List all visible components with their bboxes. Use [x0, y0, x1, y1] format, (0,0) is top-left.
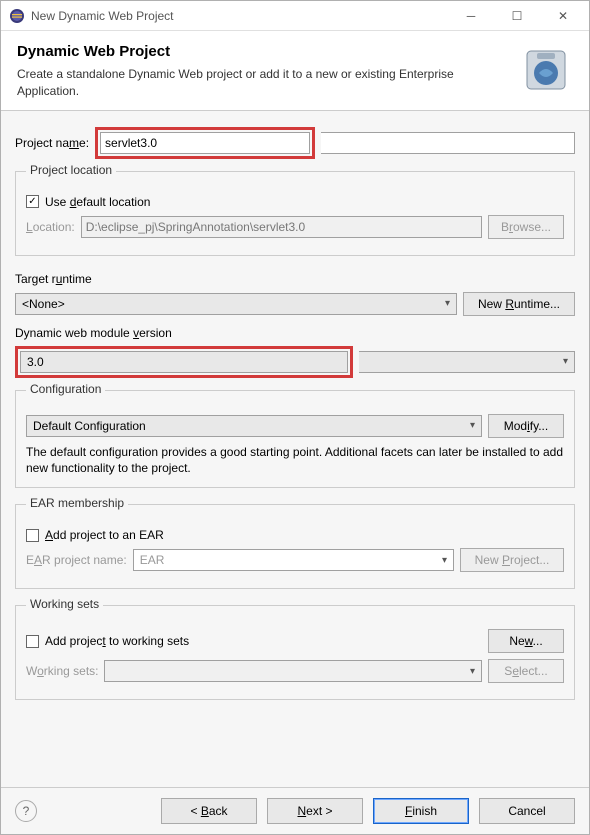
chevron-down-icon: ▾: [445, 298, 450, 309]
module-version-combo-part[interactable]: 3.0: [20, 351, 348, 373]
add-working-set-label: Add project to working sets: [45, 634, 189, 648]
working-sets-group: Working sets Add project to working sets…: [15, 605, 575, 700]
next-button[interactable]: Next >: [267, 798, 363, 824]
ear-project-combo: EAR ▾: [133, 549, 454, 571]
module-version-label: Dynamic web module version: [15, 326, 575, 340]
module-version-value: 3.0: [27, 355, 44, 369]
banner-title: Dynamic Web Project: [17, 43, 509, 60]
use-default-location-label: Use default location: [45, 195, 150, 209]
back-button[interactable]: < Back: [161, 798, 257, 824]
use-default-location-checkbox[interactable]: ✓: [26, 195, 39, 208]
chevron-down-icon: ▾: [470, 420, 475, 431]
configuration-description: The default configuration provides a goo…: [26, 444, 564, 478]
configuration-value: Default Configuration: [33, 419, 146, 433]
chevron-down-icon: ▾: [442, 555, 447, 566]
working-sets-label: Working sets:: [26, 664, 98, 678]
configuration-group: Configuration Default Configuration ▾ Mo…: [15, 390, 575, 489]
help-icon[interactable]: ?: [15, 800, 37, 822]
location-input: [81, 216, 482, 238]
cancel-button[interactable]: Cancel: [479, 798, 575, 824]
wizard-banner: Dynamic Web Project Create a standalone …: [1, 31, 589, 111]
ear-project-value: EAR: [140, 553, 165, 567]
browse-button: Browse...: [488, 215, 564, 239]
chevron-down-icon: ▾: [563, 356, 568, 367]
wizard-icon: [519, 43, 573, 97]
titlebar: New Dynamic Web Project ─ ☐ ✕: [1, 1, 589, 31]
add-working-set-checkbox[interactable]: [26, 635, 39, 648]
eclipse-icon: [9, 8, 25, 24]
banner-description: Create a standalone Dynamic Web project …: [17, 66, 509, 100]
project-name-label: Project name:: [15, 136, 89, 150]
new-runtime-button[interactable]: New Runtime...: [463, 292, 575, 316]
modify-button[interactable]: Modify...: [488, 414, 564, 438]
ear-group: EAR membership Add project to an EAR EAR…: [15, 504, 575, 589]
project-name-input[interactable]: [100, 132, 310, 154]
dialog-window: New Dynamic Web Project ─ ☐ ✕ Dynamic We…: [0, 0, 590, 835]
target-runtime-label: Target runtime: [15, 272, 575, 286]
module-version-combo[interactable]: ▾: [359, 351, 575, 373]
window-title: New Dynamic Web Project: [31, 9, 457, 23]
working-sets-combo: ▾: [104, 660, 482, 682]
maximize-button[interactable]: ☐: [503, 6, 531, 26]
location-label: Location:: [26, 220, 75, 234]
close-button[interactable]: ✕: [549, 6, 577, 26]
wizard-footer: ? < Back Next > Finish Cancel: [1, 787, 589, 834]
new-working-set-button[interactable]: New...: [488, 629, 564, 653]
configuration-title: Configuration: [26, 382, 105, 396]
wizard-form: Project name: Project location ✓ Use def…: [1, 111, 589, 787]
configuration-combo[interactable]: Default Configuration ▾: [26, 415, 482, 437]
target-runtime-combo[interactable]: <None> ▾: [15, 293, 457, 315]
add-ear-label: Add project to an EAR: [45, 528, 164, 542]
project-location-group: Project location ✓ Use default location …: [15, 171, 575, 256]
finish-button[interactable]: Finish: [373, 798, 469, 824]
ear-title: EAR membership: [26, 496, 128, 510]
new-ear-project-button: New Project...: [460, 548, 564, 572]
add-ear-checkbox[interactable]: [26, 529, 39, 542]
project-name-row: Project name:: [15, 127, 575, 159]
minimize-button[interactable]: ─: [457, 6, 485, 26]
project-location-title: Project location: [26, 163, 116, 177]
select-working-set-button: Select...: [488, 659, 564, 683]
ear-project-name-label: EAR project name:: [26, 553, 127, 567]
target-runtime-value: <None>: [22, 297, 65, 311]
chevron-down-icon: ▾: [470, 666, 475, 677]
window-controls: ─ ☐ ✕: [457, 6, 577, 26]
working-sets-title: Working sets: [26, 597, 103, 611]
